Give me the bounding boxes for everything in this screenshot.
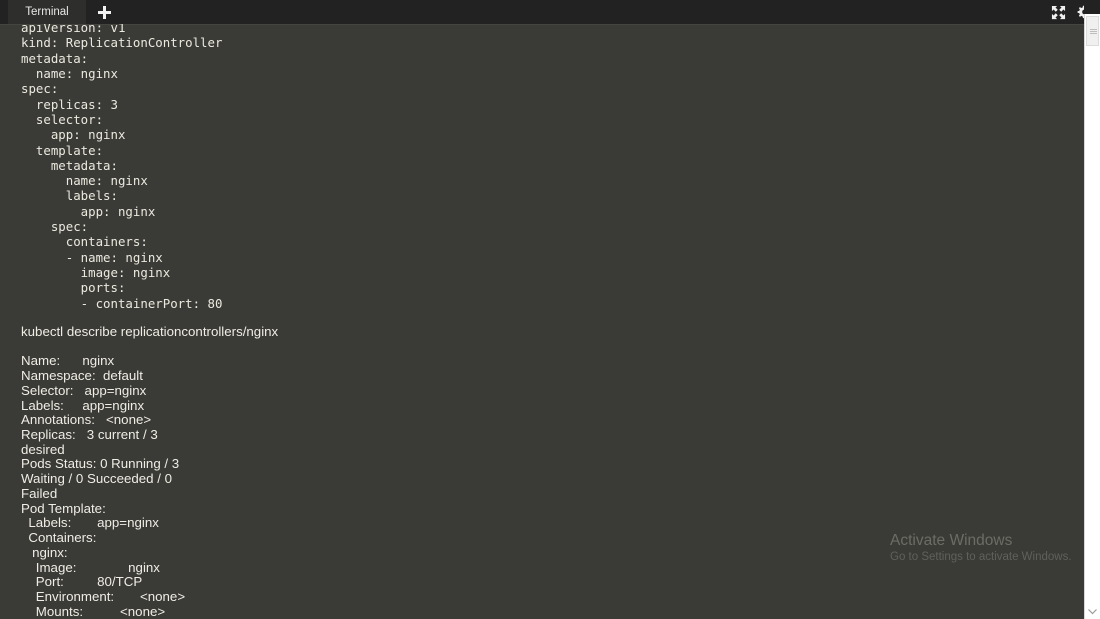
- tab-terminal-label: Terminal: [25, 6, 69, 18]
- fullscreen-icon: [1051, 5, 1066, 20]
- scrollbar-grip-icon: [1090, 29, 1097, 34]
- tab-terminal[interactable]: Terminal: [8, 0, 86, 24]
- describe-output-text: kubectl describe replicationcontrollers/…: [21, 324, 279, 619]
- scrollbar-corner: [1084, 0, 1100, 14]
- terminal-body[interactable]: apiVersion: v1 kind: ReplicationControll…: [0, 24, 1084, 619]
- new-tab-button[interactable]: [86, 0, 122, 24]
- windows-activation-watermark: Activate Windows Go to Settings to activ…: [890, 531, 1072, 565]
- scrollbar-thumb[interactable]: [1086, 16, 1099, 46]
- plus-icon: [97, 5, 112, 20]
- vertical-scrollbar[interactable]: [1084, 14, 1100, 619]
- scrollbar-track[interactable]: [1085, 14, 1100, 619]
- tabbar-left-spacer: [0, 0, 8, 24]
- scrollbar-down-button[interactable]: [1085, 602, 1100, 619]
- watermark-title: Activate Windows: [890, 532, 1013, 549]
- chevron-down-icon: [1088, 602, 1097, 619]
- yaml-manifest-text: apiVersion: v1 kind: ReplicationControll…: [21, 24, 223, 311]
- command-output: Name: nginx Namespace: default Selector:…: [21, 353, 186, 619]
- command-line: kubectl describe replicationcontrollers/…: [21, 324, 279, 339]
- tabbar-filler: [122, 0, 1048, 24]
- fullscreen-button[interactable]: [1048, 2, 1068, 22]
- terminal-window: Terminal apiVersion: v1 kind: Replicatio…: [0, 0, 1100, 619]
- watermark-subtitle: Go to Settings to activate Windows.: [890, 551, 1072, 563]
- tab-bar: Terminal: [0, 0, 1100, 24]
